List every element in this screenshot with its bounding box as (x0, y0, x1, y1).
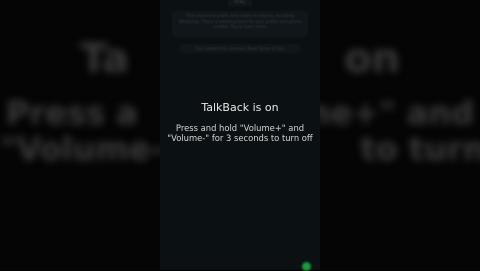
talkback-message: Press and hold "Volume+" and "Volume-" f… (160, 123, 320, 143)
talkback-title: TalkBack is on (201, 101, 279, 114)
talkback-message-line: "Volume-" for 3 seconds to turn off (167, 133, 313, 143)
talkback-message-line: Press and hold "Volume+" and (175, 123, 305, 133)
